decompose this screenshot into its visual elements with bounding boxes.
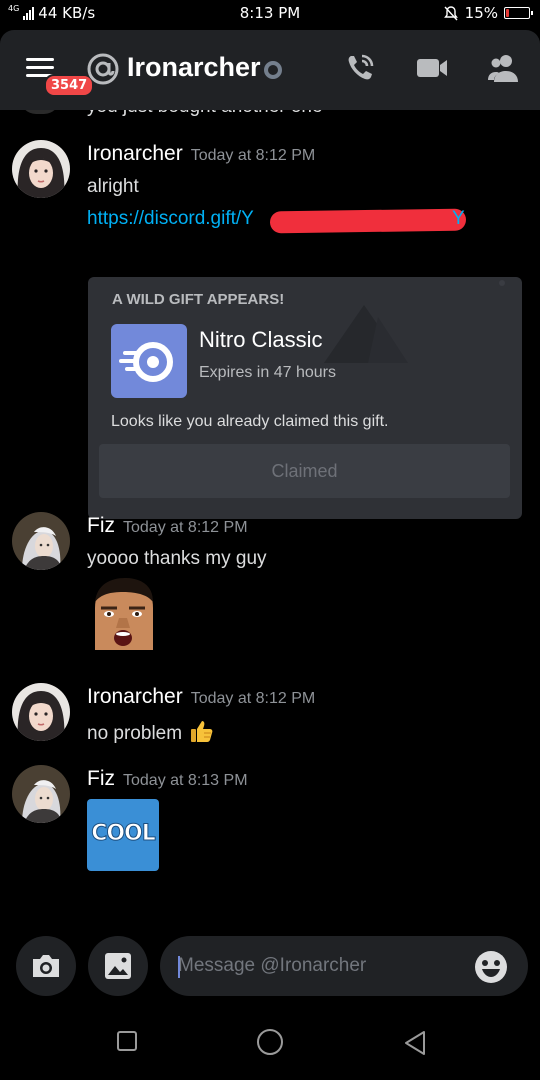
previous-message-fragment: you just bought another one bbox=[87, 110, 323, 118]
home-circle-icon[interactable] bbox=[256, 1028, 284, 1056]
avatar[interactable] bbox=[12, 683, 70, 741]
page-title[interactable]: Ironarcher bbox=[127, 52, 261, 83]
battery-status: 15% bbox=[443, 4, 533, 22]
gift-link[interactable]: https://discord.gift/Y bbox=[87, 208, 254, 229]
image-icon bbox=[105, 953, 131, 979]
status-bar: 4G 44 KB/s 8:13 PM 15% bbox=[0, 0, 540, 30]
mute-bell-icon bbox=[443, 6, 458, 21]
back-triangle-icon[interactable] bbox=[402, 1030, 428, 1056]
recents-square-icon[interactable] bbox=[116, 1030, 138, 1052]
author-name[interactable]: Fiz bbox=[87, 767, 115, 790]
gift-note: Looks like you already claimed this gift… bbox=[111, 413, 389, 430]
message-text: no problem bbox=[87, 719, 215, 745]
avatar[interactable] bbox=[12, 765, 70, 823]
avatar-fiz-image bbox=[12, 765, 70, 823]
author-name[interactable]: Ironarcher bbox=[87, 685, 183, 708]
message-link-row: https://discord.gift/Y bbox=[87, 208, 254, 230]
nitro-icon bbox=[111, 324, 187, 398]
image-button[interactable] bbox=[88, 936, 148, 996]
message-author[interactable]: Fiz Today at 8:12 PM bbox=[87, 514, 248, 538]
previous-avatar-fragment bbox=[20, 110, 60, 114]
gift-embed: A WILD GIFT APPEARS! Nitro Classic Expir… bbox=[88, 277, 522, 519]
message-timestamp: Today at 8:12 PM bbox=[190, 147, 316, 164]
gift-name: Nitro Classic bbox=[199, 327, 323, 352]
redaction-mark bbox=[269, 208, 467, 234]
video-call-icon[interactable] bbox=[414, 50, 450, 86]
message-composer bbox=[0, 930, 540, 1002]
battery-icon bbox=[504, 7, 533, 19]
message-list[interactable]: you just bought another one Ironarcher To… bbox=[0, 110, 540, 930]
message-timestamp: Today at 8:12 PM bbox=[123, 519, 248, 536]
cool-emote[interactable]: COOL bbox=[87, 799, 159, 871]
battery-percent: 15% bbox=[464, 4, 498, 22]
gift-expiry: Expires in 47 hours bbox=[199, 364, 336, 381]
message-author[interactable]: Ironarcher Today at 8:12 PM bbox=[87, 685, 315, 709]
message-text: alright bbox=[87, 176, 139, 197]
avatar[interactable] bbox=[12, 512, 70, 570]
gift-link-tail[interactable]: Y bbox=[452, 208, 465, 230]
at-icon bbox=[87, 53, 119, 85]
status-dot-icon bbox=[264, 61, 282, 79]
gift-heading: A WILD GIFT APPEARS! bbox=[112, 291, 285, 308]
claimed-button[interactable]: Claimed bbox=[99, 444, 510, 498]
avatar-fiz-image bbox=[12, 512, 70, 570]
message-timestamp: Today at 8:13 PM bbox=[123, 772, 248, 789]
author-name[interactable]: Fiz bbox=[87, 514, 115, 537]
message-author[interactable]: Ironarcher Today at 8:12 PM bbox=[87, 142, 315, 166]
message-author[interactable]: Fiz Today at 8:13 PM bbox=[87, 767, 248, 791]
message-timestamp: Today at 8:12 PM bbox=[190, 690, 316, 707]
phone-call-icon[interactable] bbox=[342, 50, 378, 86]
avatar-ironarcher-image bbox=[12, 683, 70, 741]
emoji-icon[interactable] bbox=[474, 950, 508, 984]
cool-emote-text: COOL bbox=[91, 821, 157, 847]
text-cursor bbox=[178, 956, 180, 978]
message-text: yoooo thanks my guy bbox=[87, 548, 267, 569]
camera-icon bbox=[33, 955, 59, 977]
avatar[interactable] bbox=[12, 140, 70, 198]
message-text-content: no problem bbox=[87, 723, 183, 744]
system-nav-bar bbox=[0, 1002, 540, 1080]
avatar-ironarcher-image bbox=[12, 140, 70, 198]
channel-header: 3547 Ironarcher bbox=[0, 30, 540, 110]
battery-fill bbox=[506, 9, 509, 17]
thumbs-up-emoji bbox=[191, 721, 213, 742]
author-name[interactable]: Ironarcher bbox=[87, 142, 183, 165]
camera-button[interactable] bbox=[16, 936, 76, 996]
surprised-face-emote[interactable] bbox=[87, 578, 159, 650]
members-icon[interactable] bbox=[486, 50, 522, 86]
message-input[interactable] bbox=[160, 936, 528, 996]
